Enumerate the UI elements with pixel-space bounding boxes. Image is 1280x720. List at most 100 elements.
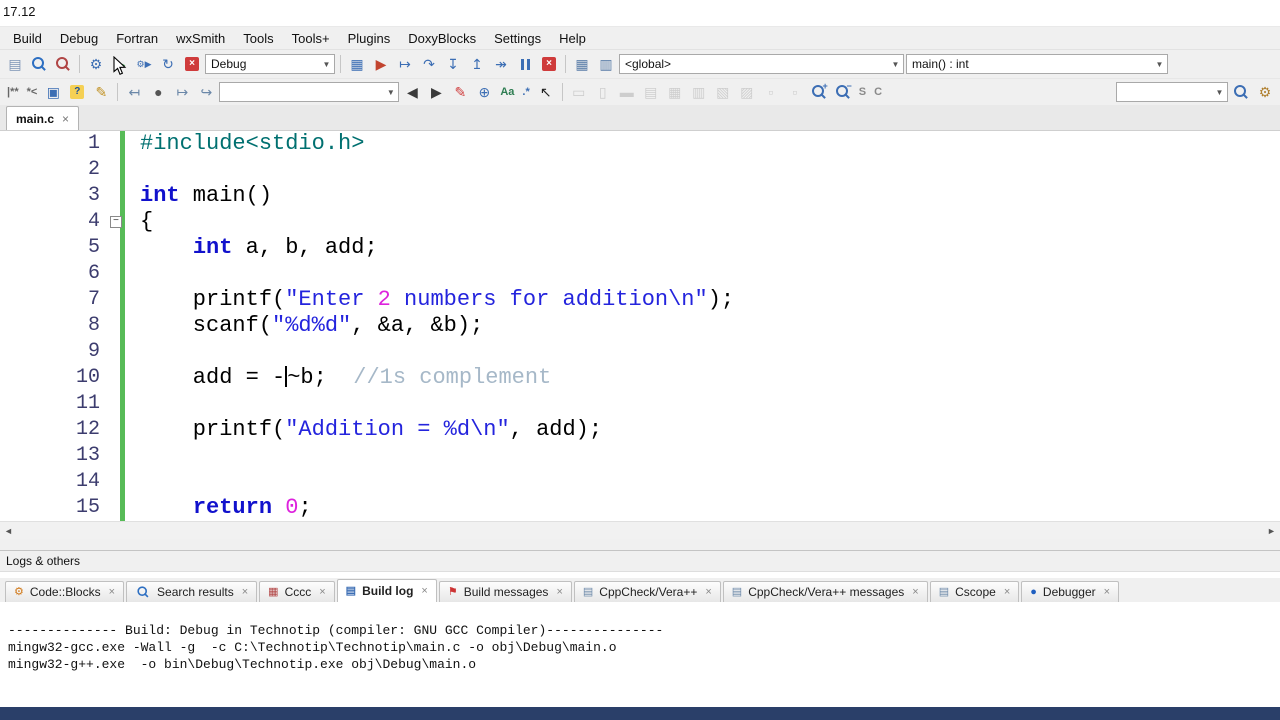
tab-close-icon[interactable]: × [62, 112, 69, 126]
highlight-mode-icon[interactable]: ▣ [42, 81, 64, 103]
symbol-scope-select[interactable]: <global> ▼ [619, 54, 904, 74]
close-icon[interactable]: × [556, 586, 562, 598]
log-tab-cppcheck-vera-messages[interactable]: ▤ CppCheck/Vera++ messages × [722, 581, 928, 602]
stop-debugger-icon[interactable]: × [538, 53, 560, 75]
close-icon[interactable]: × [1004, 586, 1010, 598]
code-line-2[interactable]: 2 [0, 157, 1280, 183]
zoom-out-icon[interactable]: − [832, 81, 854, 103]
break-debugger-icon[interactable] [514, 53, 536, 75]
zoom-in-icon[interactable]: + [808, 81, 830, 103]
run-to-cursor-icon[interactable]: ↦ [394, 53, 416, 75]
menu-doxyblocks[interactable]: DoxyBlocks [399, 29, 485, 48]
log-tab-build-messages[interactable]: ⚑ Build messages × [438, 581, 572, 602]
toggle-bookmark-icon[interactable]: ● [147, 81, 169, 103]
log-tab-search-results[interactable]: Search results × [126, 581, 258, 602]
step-into-icon[interactable]: ↧ [442, 53, 464, 75]
various-info-icon[interactable]: ▥ [595, 53, 617, 75]
code-line-1[interactable]: 1 #include<stdio.h> [0, 131, 1280, 157]
build-and-run-icon[interactable]: ⚙▶ [133, 53, 155, 75]
log-tab-debugger[interactable]: ● Debugger × [1021, 581, 1120, 602]
keyword-help-icon[interactable]: ? [66, 81, 88, 103]
close-icon[interactable]: × [705, 586, 711, 598]
log-tab-build-log[interactable]: ▤ Build log × [336, 579, 437, 602]
log-tab-code-blocks[interactable]: ⚙ Code::Blocks × [5, 581, 125, 602]
build-icon[interactable]: ⚙ [85, 53, 107, 75]
panel-splitter[interactable] [0, 539, 1280, 550]
code-line-9[interactable]: 9 [0, 339, 1280, 365]
step-out-icon[interactable]: ↥ [466, 53, 488, 75]
close-icon[interactable]: × [319, 586, 325, 598]
code-line-11[interactable]: 11 [0, 391, 1280, 417]
next-line-icon[interactable]: ↷ [418, 53, 440, 75]
select-arrow-icon[interactable]: ↖ [535, 81, 557, 103]
code-line-14[interactable]: 14 [0, 469, 1280, 495]
highlight-pen-icon[interactable]: ✎ [449, 81, 471, 103]
chevron-down-icon[interactable]: ▼ [383, 88, 398, 97]
find-in-files-icon[interactable] [52, 53, 74, 75]
code-editor[interactable]: 1 #include<stdio.h> 2 3 int main() 4− {5 int a… [0, 131, 1280, 521]
menu-build[interactable]: Build [4, 29, 51, 48]
close-icon[interactable]: × [912, 586, 918, 598]
c-toggle-icon[interactable]: C [871, 81, 885, 103]
code-line-6[interactable]: 6 [0, 261, 1280, 287]
code-line-5[interactable]: 5 int a, b, add; [0, 235, 1280, 261]
search-history-combo[interactable]: ▼ [219, 82, 400, 102]
incremental-search-icon[interactable]: ⊕ [473, 81, 495, 103]
jump-back-icon[interactable]: ◀ [401, 81, 423, 103]
fold-marker-icon[interactable]: − [110, 216, 122, 228]
incremental-search-input[interactable]: ▼ [1116, 82, 1228, 102]
build-target-select[interactable]: Debug ▼ [205, 54, 335, 74]
s-toggle-icon[interactable]: S [856, 81, 869, 103]
code-line-3[interactable]: 3 int main() [0, 183, 1280, 209]
code-line-13[interactable]: 13 [0, 443, 1280, 469]
match-case-icon[interactable]: Aa [497, 81, 517, 103]
chevron-down-icon[interactable]: ▼ [1212, 88, 1227, 97]
menu-wxsmith[interactable]: wxSmith [167, 29, 234, 48]
regex-icon[interactable]: .* [519, 81, 532, 103]
tools-wrench-icon[interactable]: ⚙ [1254, 81, 1276, 103]
menu-settings[interactable]: Settings [485, 29, 550, 48]
debugging-windows-icon[interactable]: ▦ [571, 53, 593, 75]
menu-debug[interactable]: Debug [51, 29, 107, 48]
menu-help[interactable]: Help [550, 29, 595, 48]
scroll-track[interactable] [17, 522, 1263, 539]
new-file-icon[interactable]: ▤ [4, 53, 26, 75]
jump-forward-icon[interactable]: ▶ [425, 81, 447, 103]
debug-window-icon[interactable]: ▦ [346, 53, 368, 75]
log-tab-cppcheck-vera[interactable]: ▤ CppCheck/Vera++ × [573, 581, 721, 602]
find-icon[interactable] [28, 53, 50, 75]
active-symbol-select[interactable]: main() : int ▼ [906, 54, 1168, 74]
next-instruction-icon[interactable]: ↠ [490, 53, 512, 75]
tab-main-c[interactable]: main.c × [6, 106, 80, 130]
code-line-8[interactable]: 8 scanf("%d%d", &a, &b); [0, 313, 1280, 339]
scroll-right-icon[interactable]: ► [1263, 522, 1280, 539]
chevron-down-icon[interactable]: ▼ [1152, 60, 1167, 69]
close-icon[interactable]: × [109, 586, 115, 598]
chevron-down-icon[interactable]: ▼ [319, 60, 334, 69]
edit-icon[interactable]: ✎ [90, 81, 112, 103]
code-line-12[interactable]: 12 printf("Addition = %d\n", add); [0, 417, 1280, 443]
abort-icon[interactable]: × [181, 53, 203, 75]
log-tab-cscope[interactable]: ▤ Cscope × [929, 581, 1020, 602]
scroll-left-icon[interactable]: ◄ [0, 522, 17, 539]
stream-comment-icon[interactable]: *< [24, 81, 41, 103]
code-line-4[interactable]: 4− { [0, 209, 1280, 235]
editor-hscrollbar[interactable]: ◄ ► [0, 521, 1280, 539]
close-icon[interactable]: × [242, 586, 248, 598]
menu-tools[interactable]: Tools+ [283, 29, 339, 48]
goto-changed-line-icon[interactable]: ↪ [195, 81, 217, 103]
close-icon[interactable]: × [1104, 586, 1110, 598]
code-line-15[interactable]: 15 return 0; [0, 495, 1280, 521]
menu-plugins[interactable]: Plugins [339, 29, 400, 48]
rebuild-icon[interactable]: ↻ [157, 53, 179, 75]
block-comment-icon[interactable]: |** [4, 81, 22, 103]
code-line-10[interactable]: 10 add = -~b; //1s complement [0, 365, 1280, 391]
close-icon[interactable]: × [421, 585, 427, 597]
code-line-7[interactable]: 7 printf("Enter 2 numbers for addition\n… [0, 287, 1280, 313]
menu-fortran[interactable]: Fortran [107, 29, 167, 48]
menu-tools[interactable]: Tools [234, 29, 282, 48]
search-options-icon[interactable] [1230, 81, 1252, 103]
next-bookmark-icon[interactable]: ↦ [171, 81, 193, 103]
debug-continue-icon[interactable]: ▶ [370, 53, 392, 75]
log-tab-cccc[interactable]: ▦ Cccc × [259, 581, 335, 602]
